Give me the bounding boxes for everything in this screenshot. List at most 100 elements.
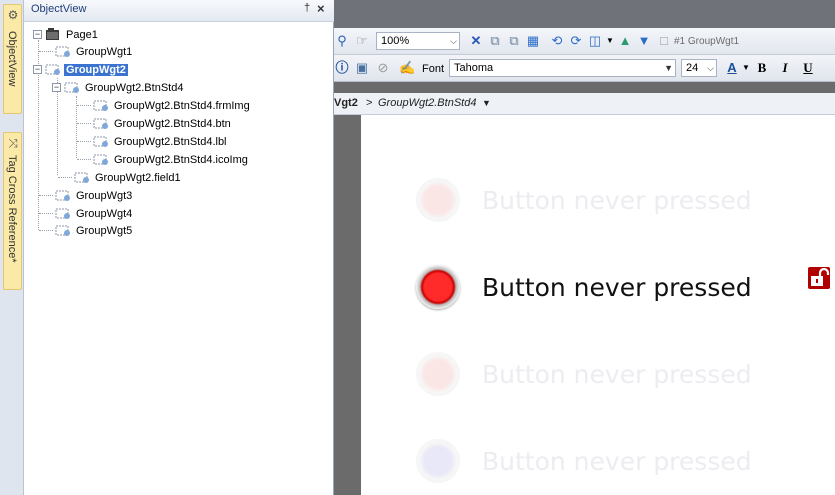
disabled-icon[interactable]: ⊘ <box>375 60 391 76</box>
tree-node-btnstd4[interactable]: − GroupWgt2.BtnStd4 <box>52 79 185 96</box>
pan-icon[interactable]: ☞ <box>354 33 370 49</box>
tab-object-view-label: ObjectView <box>6 31 18 87</box>
grid-icon[interactable]: ▦ <box>525 33 541 49</box>
tree-node-label: GroupWgt2.field1 <box>95 171 181 184</box>
tab-object-view[interactable]: ⚙ ObjectView <box>3 4 22 114</box>
layer-icon[interactable]: □ <box>656 33 672 49</box>
tree-node-field1[interactable]: GroupWgt2.field1 <box>58 169 183 186</box>
toolbar-top: ⚲ ☞ 100% ⌵ ✕ ⧉ ⧉ ▦ ⟲ ⟳ ◫ ▼ ▲ ▼ □ #1 Grou… <box>334 28 835 55</box>
button-widget-4[interactable]: Button never pressed <box>416 437 752 485</box>
button-label: Button never pressed <box>482 185 752 215</box>
align-icon[interactable]: ◫ <box>587 33 603 49</box>
breadcrumb-current[interactable]: GroupWgt2.BtnStd4 <box>378 97 476 109</box>
tree-node-btn[interactable]: GroupWgt2.BtnStd4.btn <box>77 115 233 132</box>
tab-tag-cross-reference-label: Tag Cross Reference* <box>6 155 18 263</box>
layer-value: #1 GroupWgt1 <box>674 36 740 47</box>
button-label: Button never pressed <box>482 359 752 389</box>
paste-icon[interactable]: ⧉ <box>506 33 522 49</box>
tree-node-label: GroupWgt2.BtnStd4.lbl <box>114 135 227 148</box>
tree-node-label: GroupWgt2.BtnStd4.icoImg <box>114 153 248 166</box>
breadcrumb-parent[interactable]: Vgt2 <box>334 97 358 109</box>
object-view-header: ObjectView † × <box>24 0 334 22</box>
tree-node-groupwgt1[interactable]: GroupWgt1 <box>39 43 134 60</box>
tree-node-label: GroupWgt2 <box>64 63 128 76</box>
button-widget-2[interactable]: Button never pressed <box>416 263 752 311</box>
chevron-down-icon: ▼ <box>664 63 673 73</box>
object-view-icon: ⚙ <box>7 8 19 22</box>
tab-tag-cross-reference[interactable]: ⤨ Tag Cross Reference* <box>3 132 22 290</box>
led-icon <box>416 265 460 309</box>
collapse-icon[interactable]: − <box>52 83 61 92</box>
widget-group-icon <box>55 224 71 237</box>
led-icon <box>416 178 460 222</box>
tree-node-groupwgt5[interactable]: GroupWgt5 <box>39 222 134 239</box>
copy-icon[interactable]: ⧉ <box>487 33 503 49</box>
widget-group-icon <box>93 117 109 130</box>
tree-node-label: Page1 <box>66 28 98 41</box>
title-strip <box>334 0 835 28</box>
font-size-combo[interactable]: 24 ⌵ <box>681 59 717 77</box>
bold-button[interactable]: B <box>754 60 770 76</box>
widget-group-icon <box>93 135 109 148</box>
font-value: Tahoma <box>454 62 494 74</box>
font-size-value: 24 <box>686 62 699 74</box>
toolbar-format: ⓘ ▣ ⊘ ✍ Font Tahoma ▼ 24 ⌵ A ▼ B I U <box>334 55 835 82</box>
collapse-icon[interactable]: − <box>33 30 42 39</box>
cross-reference-icon: ⤨ <box>8 136 18 150</box>
layer-up-icon[interactable]: ▲ <box>617 33 633 49</box>
widget-group-icon <box>45 63 61 76</box>
chevron-down-icon[interactable]: ▼ <box>482 98 491 108</box>
italic-button[interactable]: I <box>777 60 793 76</box>
tree-node-icoimg[interactable]: GroupWgt2.BtnStd4.icoImg <box>77 151 250 168</box>
tree-node-frmimg[interactable]: GroupWgt2.BtnStd4.frmImg <box>77 97 252 114</box>
object-view-panel: ObjectView † × − Page1 GroupWgt1 − Group… <box>24 0 334 495</box>
widget-group-icon <box>55 45 71 58</box>
breadcrumb: Vgt2 > GroupWgt2.BtnStd4 ▼ <box>334 93 835 115</box>
close-icon[interactable]: × <box>317 1 325 16</box>
widget-group-icon <box>55 189 71 202</box>
button-widget-3[interactable]: Button never pressed <box>416 350 752 398</box>
tree-node-groupwgt4[interactable]: GroupWgt4 <box>39 205 134 222</box>
font-combo[interactable]: Tahoma ▼ <box>449 59 676 77</box>
editor-area: ⚲ ☞ 100% ⌵ ✕ ⧉ ⧉ ▦ ⟲ ⟳ ◫ ▼ ▲ ▼ □ #1 Grou… <box>334 0 835 495</box>
tree-node-page1[interactable]: − Page1 <box>33 26 100 43</box>
tree-node-lbl[interactable]: GroupWgt2.BtnStd4.lbl <box>77 133 229 150</box>
widget-group-icon <box>93 99 109 112</box>
comment-icon[interactable]: ✍ <box>399 60 415 76</box>
unlock-icon[interactable] <box>808 267 830 289</box>
tree-node-groupwgt3[interactable]: GroupWgt3 <box>39 187 134 204</box>
pin-icon[interactable]: † <box>304 2 310 14</box>
widget-group-icon <box>93 153 109 166</box>
underline-button[interactable]: U <box>800 60 816 76</box>
zoom-value: 100% <box>381 35 410 47</box>
breadcrumb-separator: > <box>366 97 373 109</box>
chevron-down-icon[interactable]: ▼ <box>738 60 754 76</box>
font-label: Font <box>422 63 445 75</box>
zoom-icon[interactable]: ⚲ <box>334 33 350 49</box>
zoom-combo[interactable]: 100% ⌵ <box>376 32 460 50</box>
tree-node-label: GroupWgt2.BtnStd4 <box>85 81 184 94</box>
button-widget-1[interactable]: Button never pressed <box>416 176 752 224</box>
tree-node-groupwgt2[interactable]: − GroupWgt2 <box>33 61 128 78</box>
widget-group-icon <box>64 81 80 94</box>
rotate-right-icon[interactable]: ⟳ <box>568 33 584 49</box>
tree-node-label: GroupWgt1 <box>76 45 133 58</box>
chevron-down-icon[interactable]: ▼ <box>602 33 618 49</box>
button-label: Button never pressed <box>482 446 752 476</box>
rotate-left-icon[interactable]: ⟲ <box>549 33 565 49</box>
widget-group-icon <box>55 207 71 220</box>
tree-node-label: GroupWgt2.BtnStd4.btn <box>114 117 231 130</box>
widget-group-icon <box>74 171 90 184</box>
layer-down-icon[interactable]: ▼ <box>636 33 652 49</box>
design-canvas[interactable]: Button never pressed Button never presse… <box>361 115 835 495</box>
collapse-icon[interactable]: − <box>33 65 42 74</box>
dock-strip: ⚙ ObjectView ⤨ Tag Cross Reference* <box>0 0 24 495</box>
info-icon[interactable]: ⓘ <box>334 60 350 76</box>
tree-node-label: GroupWgt4 <box>76 207 133 220</box>
led-icon <box>416 439 460 483</box>
object-view-title: ObjectView <box>31 3 87 15</box>
image-icon[interactable]: ▣ <box>354 60 370 76</box>
chevron-down-icon: ⌵ <box>707 63 714 73</box>
delete-icon[interactable]: ✕ <box>468 33 484 49</box>
led-icon <box>416 352 460 396</box>
